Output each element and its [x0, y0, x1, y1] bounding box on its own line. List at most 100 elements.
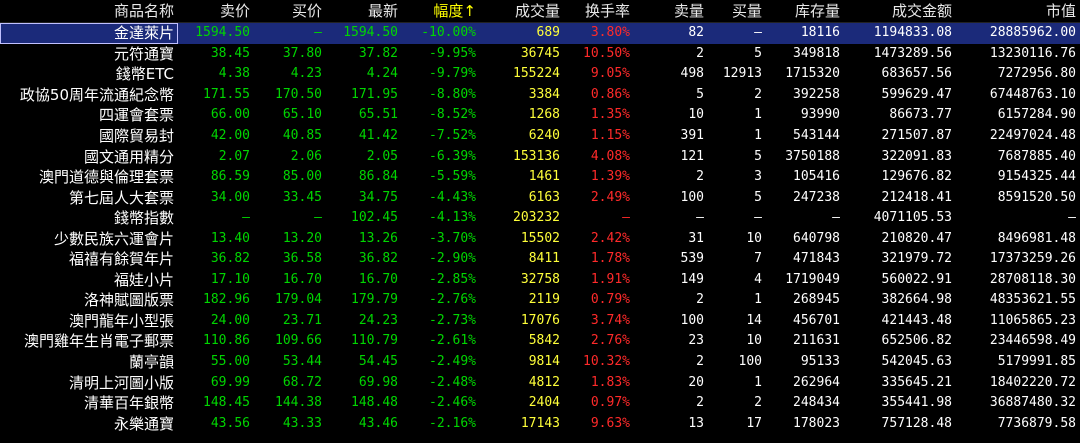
col-header-market-cap[interactable]: 市值	[956, 0, 1080, 23]
cell-amount: 4071105.53	[873, 210, 952, 226]
cell-stock: 471843	[793, 251, 840, 267]
cell-buy-qty: 10	[746, 333, 762, 349]
cell-amount: 129676.82	[881, 169, 952, 185]
cell-amount: 1473289.56	[873, 45, 952, 61]
cell-name: 澳門雞年生肖電子郵票	[23, 332, 174, 351]
cell-last-price: 36.82	[358, 251, 398, 267]
cell-sell-qty: 2	[696, 354, 704, 370]
col-header-stock[interactable]: 库存量	[766, 0, 844, 23]
cell-change: -5.59%	[429, 169, 476, 185]
cell-stock: 93990	[800, 107, 840, 123]
cell-volume: 1461	[528, 169, 560, 185]
cell-volume: 689	[480, 22, 564, 44]
col-header-change-sorted[interactable]: 幅度↑	[402, 0, 480, 23]
table-row[interactable]: 蘭亭韻 55.00 53.44 54.45 -2.49% 9814 10.32% 2 100 95…	[0, 352, 1080, 373]
cell-sell-qty: 498	[680, 66, 704, 82]
table-row[interactable]: 少數民族六運會片 13.40 13.20 13.26 -3.70% 15502 2.42% 3…	[0, 228, 1080, 249]
cell-buy-qty: 1	[754, 374, 762, 390]
cell-buy-price: 53.44	[282, 354, 322, 370]
table-row[interactable]: 四運會套票 66.00 65.10 65.51 -8.52% 1268 1.35% 10 1 93…	[0, 105, 1080, 126]
cell-buy-qty: 5	[754, 148, 762, 164]
cell-amount: 757128.48	[881, 415, 952, 431]
cell-buy-qty: 3	[754, 169, 762, 185]
cell-market-cap: 5179991.85	[997, 354, 1076, 370]
col-header-sell-qty[interactable]: 卖量	[634, 0, 708, 23]
cell-volume: 3384	[528, 86, 560, 102]
cell-sell-price: 182.96	[203, 292, 250, 308]
table-row[interactable]: 國際貿易封 42.00 40.85 41.42 -7.52% 6240 1.15% 391 1 5…	[0, 126, 1080, 147]
cell-name: 福禧有餘賀年片	[68, 250, 174, 269]
cell-market-cap: 48353621.55	[989, 292, 1076, 308]
cell-stock: 543144	[793, 128, 840, 143]
cell-turnover: 1.15%	[590, 128, 630, 143]
cell-volume: 17143	[520, 415, 560, 431]
cell-name: 國際貿易封	[98, 127, 174, 145]
table-row[interactable]: 福娃小片 17.10 16.70 16.70 -2.85% 32758 1.91% 149 4 1…	[0, 270, 1080, 291]
cell-buy-price: 4.23	[290, 66, 322, 82]
cell-name: 洛神賦圖版票	[83, 291, 174, 310]
cell-turnover: 2.49%	[590, 189, 630, 205]
table-row[interactable]: 政協50周年流通紀念幣 171.55 170.50 171.95 -8.80% 3384 0…	[0, 85, 1080, 106]
table-row[interactable]: 澳門道德與倫理套票 86.59 85.00 86.84 -5.59% 1461 1.39% 2…	[0, 167, 1080, 188]
col-header-volume[interactable]: 成交量	[480, 0, 564, 23]
cell-buy-qty: 12913	[722, 66, 762, 82]
col-header-turnover[interactable]: 换手率	[564, 0, 634, 23]
table-row[interactable]: 澳門龍年小型張 24.00 23.71 24.23 -2.73% 17076 3.74% 10…	[0, 311, 1080, 332]
cell-last-price: 102.45	[351, 210, 398, 226]
table-row[interactable]: 清明上河圖小版 69.99 68.72 69.98 -2.48% 4812 1.83% 20 1…	[0, 372, 1080, 393]
table-row[interactable]: 金達萊片 1594.50—1594.50 -10.00% 689 3.80% 82—181…	[0, 22, 1080, 44]
table-row[interactable]: 元符通寶 38.45 37.80 37.82 -9.95% 36745 10.50% 2 5 34…	[0, 44, 1080, 65]
cell-last-price: 65.51	[358, 107, 398, 123]
cell-last-price: 34.75	[358, 189, 398, 205]
cell-amount: 322091.83	[881, 148, 952, 164]
cell-sell-price: —	[242, 210, 250, 226]
cell-amount: 335645.21	[881, 374, 952, 390]
cell-buy-qty: 17	[746, 415, 762, 431]
col-header-name[interactable]: 商品名称	[0, 0, 178, 23]
cell-change: -3.70%	[429, 230, 476, 246]
cell-stock: 18116	[766, 22, 844, 44]
cell-volume: 5842	[528, 333, 560, 349]
col-header-sell-price[interactable]: 卖价	[178, 0, 254, 23]
table-row[interactable]: 洛神賦圖版票 182.96 179.04 179.79 -2.76% 2119 0.79% 2…	[0, 290, 1080, 311]
table-row[interactable]: 國文通用精分 2.07 2.06 2.05 -6.39% 153136 4.08% 121 5 3…	[0, 146, 1080, 167]
cell-sell-price: 36.82	[210, 251, 250, 267]
cell-volume: 153136	[513, 148, 560, 164]
cell-volume: 1268	[528, 107, 560, 123]
table-row[interactable]: 清華百年銀幣 148.45 144.38 148.48 -2.46% 2404 0.97% 2…	[0, 393, 1080, 414]
cell-sell-qty: 31	[688, 230, 704, 246]
cell-market-cap: 8591520.50	[997, 189, 1076, 205]
table-row[interactable]: 澳門雞年生肖電子郵票 110.86 109.66 110.79 -2.61% 5842 2.…	[0, 331, 1080, 352]
table-row[interactable]: 第七屆人大套票 34.00 33.45 34.75 -4.43% 6163 2.49% 100…	[0, 187, 1080, 208]
cell-buy-qty: 14	[746, 312, 762, 328]
cell-change: -10.00%	[402, 22, 480, 44]
cell-buy-qty: 10	[746, 230, 762, 246]
table-row[interactable]: 錢幣指數 — — 102.45 -4.13% 203232 — — — — 4071105.53 —	[0, 208, 1080, 229]
cell-last-price: 24.23	[358, 312, 398, 328]
cell-buy-price: —	[254, 22, 326, 44]
cell-amount: 355441.98	[881, 395, 952, 411]
cell-market-cap: 36887480.32	[989, 395, 1076, 411]
cell-buy-qty: 2	[754, 395, 762, 411]
table-row[interactable]: 錢幣ETC 4.38 4.23 4.24 -9.79% 155224 9.05% 498 129…	[0, 64, 1080, 85]
cell-buy-price: 23.71	[282, 312, 322, 328]
cell-name: 金達萊片	[0, 22, 178, 44]
col-header-buy-qty[interactable]: 买量	[708, 0, 766, 23]
cell-stock: 349818	[793, 45, 840, 61]
cell-amount: 212418.41	[881, 189, 952, 205]
table-row[interactable]: 福禧有餘賀年片 36.82 36.58 36.82 -2.90% 8411 1.78% 539…	[0, 249, 1080, 270]
cell-change: -2.85%	[429, 271, 476, 287]
col-header-last-price[interactable]: 最新	[326, 0, 402, 23]
cell-sell-price: 42.00	[210, 128, 250, 143]
cell-buy-price: 85.00	[282, 169, 322, 185]
cell-buy-price: —	[314, 210, 322, 226]
cell-volume: 6163	[528, 189, 560, 205]
cell-buy-qty: 1	[754, 107, 762, 123]
cell-market-cap: 6157284.90	[997, 107, 1076, 123]
cell-last-price: 16.70	[358, 271, 398, 287]
col-header-amount[interactable]: 成交金额	[844, 0, 956, 23]
cell-buy-qty: 2	[754, 86, 762, 102]
cell-market-cap: 11065865.23	[989, 312, 1076, 328]
col-header-buy-price[interactable]: 买价	[254, 0, 326, 23]
table-row[interactable]: 永樂通寶 43.56 43.33 43.46 -2.16% 17143 9.63% 13 17 1…	[0, 413, 1080, 434]
